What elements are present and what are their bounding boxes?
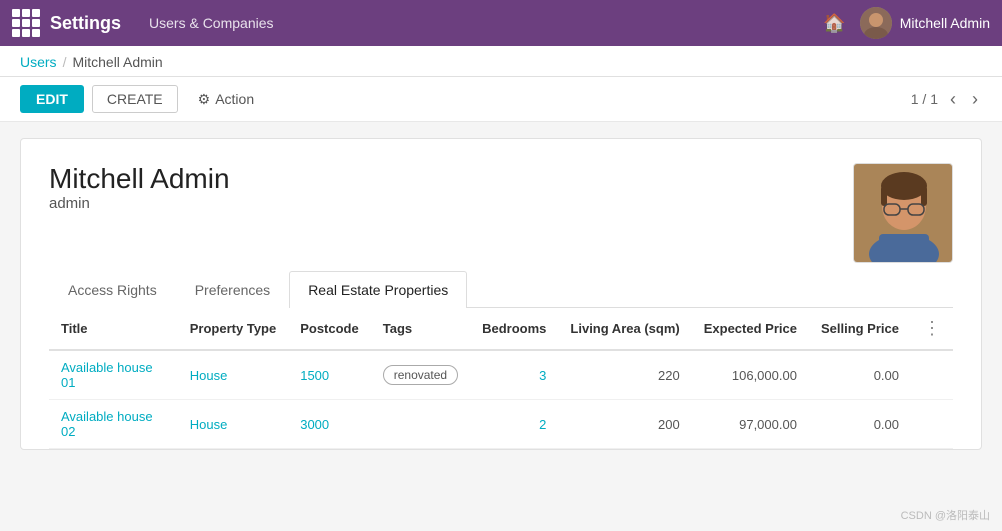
col-tags: Tags (371, 308, 470, 350)
breadcrumb-current: Mitchell Admin (72, 54, 162, 70)
cell-title: Available house 02 (49, 400, 178, 449)
bedrooms-link[interactable]: 2 (539, 417, 546, 432)
cell-tags (371, 400, 470, 449)
home-icon[interactable]: 🏠 (823, 13, 845, 34)
table-row: Available house 01 House 1500 renovated … (49, 350, 953, 400)
avatar (860, 7, 892, 39)
title-link[interactable]: Available house 01 (61, 360, 153, 390)
pagination: 1 / 1 ‹ › (911, 87, 982, 112)
next-page-button[interactable]: › (968, 87, 982, 112)
cell-tags: renovated (371, 350, 470, 400)
pagination-text: 1 / 1 (911, 91, 938, 107)
breadcrumb-separator: / (63, 54, 67, 70)
prev-page-button[interactable]: ‹ (946, 87, 960, 112)
col-selling-price: Selling Price (809, 308, 911, 350)
cell-selling-price: 0.00 (809, 350, 911, 400)
cell-row-options (911, 350, 953, 400)
breadcrumb: Users / Mitchell Admin (20, 54, 982, 76)
col-property-type: Property Type (178, 308, 288, 350)
title-link[interactable]: Available house 02 (61, 409, 153, 439)
cell-living-area: 220 (558, 350, 691, 400)
record-name: Mitchell Admin (49, 163, 230, 195)
edit-button[interactable]: EDIT (20, 85, 84, 113)
action-button[interactable]: ⚙ Action (186, 86, 266, 113)
postcode-link[interactable]: 3000 (300, 417, 329, 432)
col-bedrooms: Bedrooms (470, 308, 558, 350)
col-title: Title (49, 308, 178, 350)
cell-bedrooms: 2 (470, 400, 558, 449)
nav-right-section: 🏠 Mitchell Admin (823, 7, 990, 39)
properties-table: Title Property Type Postcode Tags Bedroo… (49, 308, 953, 449)
col-living-area: Living Area (sqm) (558, 308, 691, 350)
watermark: CSDN @洛阳泰山 (901, 507, 990, 523)
create-button[interactable]: CREATE (92, 85, 178, 113)
action-bar: EDIT CREATE ⚙ Action 1 / 1 ‹ › (0, 77, 1002, 122)
property-type-link[interactable]: House (190, 417, 228, 432)
tab-real-estate-properties[interactable]: Real Estate Properties (289, 271, 467, 308)
nav-menu: Users & Companies (141, 11, 823, 35)
record-avatar (853, 163, 953, 263)
nav-menu-users-companies[interactable]: Users & Companies (141, 11, 282, 35)
user-name: Mitchell Admin (900, 15, 990, 31)
column-options-button[interactable]: ⋮ (923, 318, 941, 339)
cell-expected-price: 97,000.00 (692, 400, 809, 449)
col-postcode: Postcode (288, 308, 371, 350)
cell-property-type: House (178, 400, 288, 449)
record-login: admin (49, 195, 230, 212)
cell-expected-price: 106,000.00 (692, 350, 809, 400)
app-title: Settings (50, 13, 121, 34)
cell-bedrooms: 3 (470, 350, 558, 400)
record-card: Mitchell Admin admin (20, 138, 982, 450)
breadcrumb-parent[interactable]: Users (20, 54, 57, 70)
cell-selling-price: 0.00 (809, 400, 911, 449)
tag-badge: renovated (383, 365, 458, 385)
tab-access-rights[interactable]: Access Rights (49, 271, 176, 308)
main-content: Mitchell Admin admin (0, 122, 1002, 466)
top-navigation: Settings Users & Companies 🏠 Mitchell Ad… (0, 0, 1002, 46)
tabs: Access Rights Preferences Real Estate Pr… (49, 271, 953, 308)
user-menu[interactable]: Mitchell Admin (860, 7, 990, 39)
col-expected-price: Expected Price (692, 308, 809, 350)
breadcrumb-bar: Users / Mitchell Admin (0, 46, 1002, 77)
record-header: Mitchell Admin admin (49, 163, 953, 263)
cell-postcode: 3000 (288, 400, 371, 449)
table-row: Available house 02 House 3000 2 200 97,0… (49, 400, 953, 449)
col-options: ⋮ (911, 308, 953, 350)
cell-row-options (911, 400, 953, 449)
cell-living-area: 200 (558, 400, 691, 449)
property-type-link[interactable]: House (190, 368, 228, 383)
cell-property-type: House (178, 350, 288, 400)
grid-menu-icon[interactable] (12, 9, 40, 37)
bedrooms-link[interactable]: 3 (539, 368, 546, 383)
record-info: Mitchell Admin admin (49, 163, 230, 232)
postcode-link[interactable]: 1500 (300, 368, 329, 383)
cell-title: Available house 01 (49, 350, 178, 400)
cell-postcode: 1500 (288, 350, 371, 400)
tab-preferences[interactable]: Preferences (176, 271, 289, 308)
gear-icon: ⚙ (198, 91, 211, 108)
